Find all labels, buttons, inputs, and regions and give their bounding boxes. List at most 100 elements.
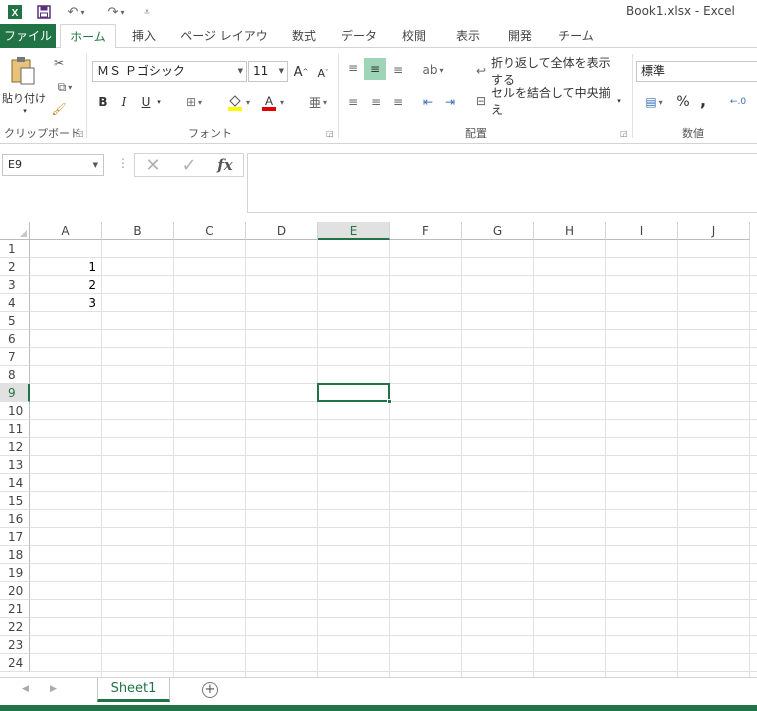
column-header-d[interactable]: D [246,222,318,240]
row-header-7[interactable]: 7 [0,348,30,366]
row-header-2[interactable]: 2 [0,258,30,276]
name-box[interactable]: E9 ▼ [2,154,104,176]
insert-function-icon[interactable]: fx [207,156,243,174]
enter-icon[interactable]: ✓ [171,155,207,176]
redo-icon[interactable]: ↷ ▾ [102,2,130,22]
merge-center-button[interactable]: セルを結合して中央揃え [491,86,611,117]
active-cell[interactable] [317,383,390,402]
column-header-i[interactable]: I [606,222,678,240]
row-header-4[interactable]: 4 [0,294,30,312]
bold-button[interactable]: B [95,93,111,111]
percent-button[interactable]: % [674,92,692,112]
underline-button[interactable]: U [138,93,154,111]
select-all-button[interactable] [0,222,30,240]
tab-insert[interactable]: 挿入 [122,24,166,48]
row-header-10[interactable]: 10 [0,402,30,420]
row-header-24[interactable]: 24 [0,654,30,672]
tab-review[interactable]: 校閲 [392,24,436,48]
save-icon[interactable] [33,2,55,22]
borders-icon[interactable]: ⊞ ▾ [180,93,208,111]
align-center-icon[interactable]: ≡ [366,92,386,112]
wrap-text-button[interactable]: 折り返して全体を表示する [491,56,621,87]
underline-dropdown-icon[interactable]: ▾ [154,93,164,111]
worksheet-grid[interactable]: A B C D E F G H I J 1 2 3 4 5 6 7 8 9 10 11 12 13 14 15 16 17 18 19 2… [0,222,757,677]
new-sheet-icon[interactable]: + [202,682,218,698]
italic-button[interactable]: I [116,93,132,111]
formula-bar-splitter-icon[interactable]: ⋮ [117,156,129,170]
row-header-14[interactable]: 14 [0,474,30,492]
column-header-a[interactable]: A [30,222,102,240]
tab-team[interactable]: チーム [552,24,600,48]
wrap-text-icon[interactable]: ↩ [472,62,490,80]
decrease-font-icon[interactable]: Aˇ [314,64,332,82]
sheet-tab-sheet1[interactable]: Sheet1 [97,678,170,702]
row-header-19[interactable]: 19 [0,564,30,582]
tab-file[interactable]: ファイル [0,24,56,48]
font-name-select[interactable]: ＭＳ Ｐゴシック ▼ [92,61,247,82]
align-bottom-icon[interactable]: ≡ [388,60,408,80]
tab-home[interactable]: ホーム [60,24,116,49]
tab-view[interactable]: 表示 [446,24,490,48]
fill-handle[interactable] [387,399,392,404]
row-header-12[interactable]: 12 [0,438,30,456]
row-header-9[interactable]: 9 [0,384,30,402]
row-header-15[interactable]: 15 [0,492,30,510]
align-left-icon[interactable]: ≡ [343,92,363,112]
row-header-18[interactable]: 18 [0,546,30,564]
column-header-c[interactable]: C [174,222,246,240]
paste-dropdown-icon[interactable]: ▾ [20,106,30,116]
scroll-sheets-right-icon[interactable]: ▶ [50,684,57,694]
cut-icon[interactable]: ✂ [50,54,68,72]
align-right-icon[interactable]: ≡ [388,92,408,112]
align-top-icon[interactable]: ≡ [343,58,363,78]
tab-formulas[interactable]: 数式 [282,24,326,48]
cell-a3[interactable]: 2 [30,276,96,294]
font-launcher-icon[interactable]: ◲ [326,129,334,138]
column-header-j[interactable]: J [678,222,750,240]
font-size-select[interactable]: 11 ▼ [248,61,288,82]
customize-quick-access-icon[interactable]: ⩡ [140,2,154,22]
decrease-indent-icon[interactable]: ⇤ [418,92,438,112]
row-header-13[interactable]: 13 [0,456,30,474]
tab-page-layout[interactable]: ページ レイアウト [176,24,272,67]
row-header-22[interactable]: 22 [0,618,30,636]
align-middle-icon[interactable]: ≡ [364,58,386,80]
accounting-format-icon[interactable]: ▤ ▾ [638,92,670,112]
column-header-f[interactable]: F [390,222,462,240]
merge-dropdown-icon[interactable]: ▾ [614,92,624,110]
scroll-sheets-left-icon[interactable]: ◀ [22,684,29,694]
row-header-16[interactable]: 16 [0,510,30,528]
tab-data[interactable]: データ [334,24,384,48]
cancel-icon[interactable]: ✕ [135,155,171,176]
column-header-g[interactable]: G [462,222,534,240]
increase-indent-icon[interactable]: ⇥ [440,92,460,112]
phonetic-guide-icon[interactable]: 亜 ▾ [304,92,332,112]
row-header-11[interactable]: 11 [0,420,30,438]
row-header-6[interactable]: 6 [0,330,30,348]
column-header-h[interactable]: H [534,222,606,240]
row-header-21[interactable]: 21 [0,600,30,618]
row-header-8[interactable]: 8 [0,366,30,384]
tab-developer[interactable]: 開発 [498,24,542,48]
clipboard-launcher-icon[interactable]: ◲ [76,129,84,138]
merge-center-icon[interactable]: ⊟ [472,92,490,110]
fill-color-icon[interactable]: ▾ [222,92,254,112]
column-header-b[interactable]: B [102,222,174,240]
cell-a2[interactable]: 1 [30,258,96,276]
copy-icon[interactable]: ⧉ ▾ [50,78,80,96]
formula-input[interactable] [247,153,757,213]
paste-button[interactable]: 貼り付け [2,90,46,106]
font-color-icon[interactable]: A ▾ [256,92,288,112]
comma-button[interactable]: , [696,90,710,110]
undo-icon[interactable]: ↶ ▾ [62,2,90,22]
increase-decimal-icon[interactable]: ←.0 [722,92,754,112]
format-painter-icon[interactable]: 🖌 [50,100,68,118]
increase-font-icon[interactable]: A ^ [292,62,310,82]
row-header-3[interactable]: 3 [0,276,30,294]
row-header-5[interactable]: 5 [0,312,30,330]
paste-icon[interactable] [6,56,40,86]
orientation-icon[interactable]: ab ▾ [418,60,448,80]
cell-a4[interactable]: 3 [30,294,96,312]
row-header-1[interactable]: 1 [0,240,30,258]
row-header-17[interactable]: 17 [0,528,30,546]
